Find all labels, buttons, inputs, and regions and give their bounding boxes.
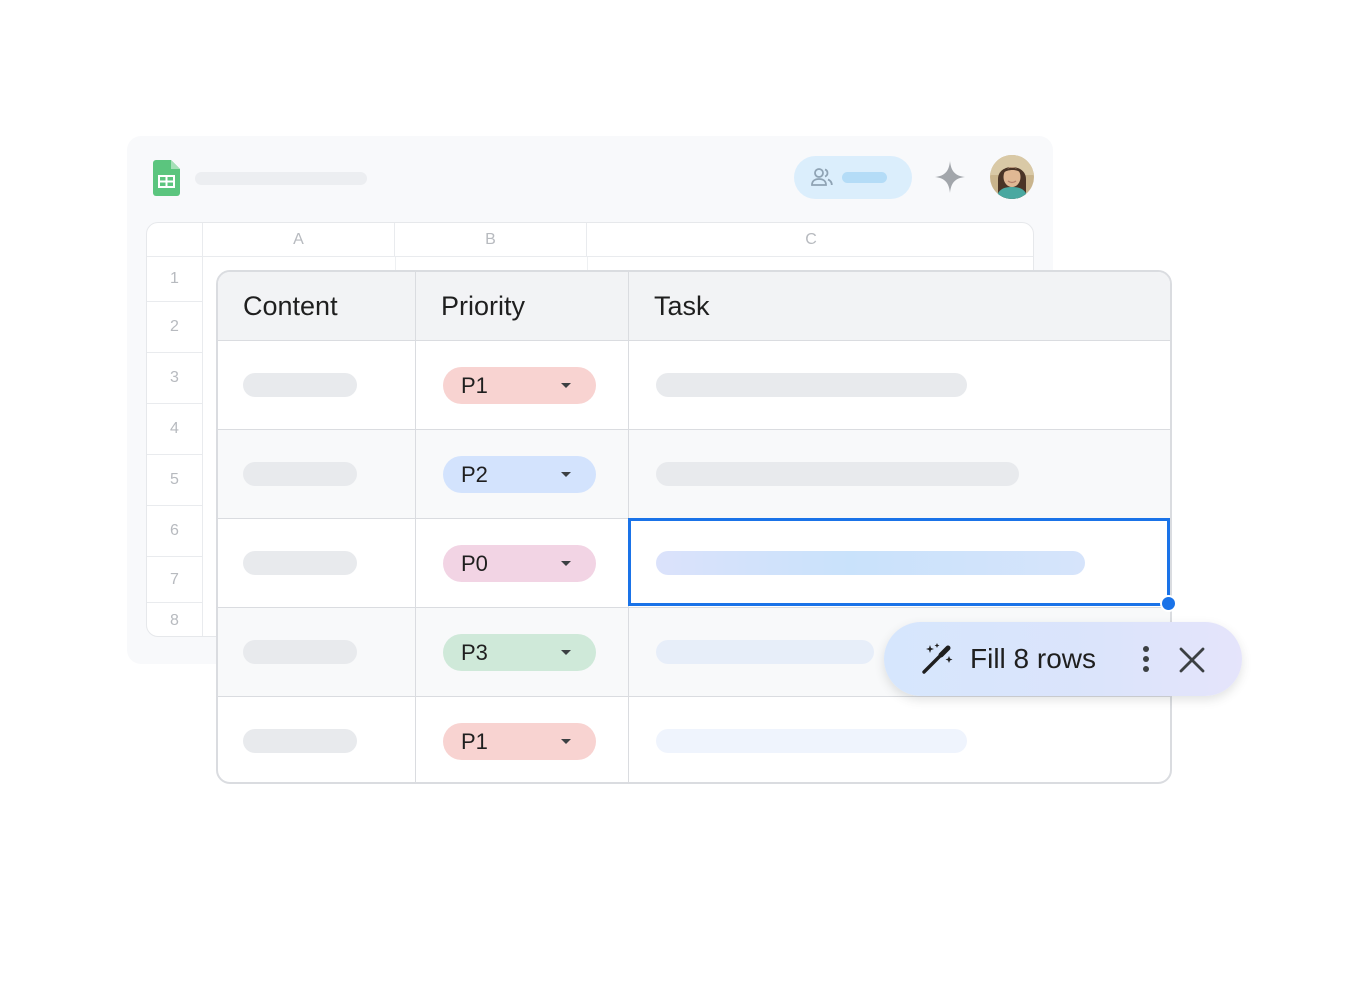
priority-chip[interactable]: P1 bbox=[443, 723, 596, 760]
row-header-3[interactable]: 3 bbox=[147, 353, 203, 404]
gemini-sparkle-icon[interactable] bbox=[935, 161, 965, 193]
row-header-4[interactable]: 4 bbox=[147, 404, 203, 455]
table-row[interactable]: P1 bbox=[218, 697, 1170, 782]
content-cell-placeholder bbox=[243, 462, 357, 486]
task-cell-generating-placeholder bbox=[656, 551, 1085, 575]
content-cell-placeholder bbox=[243, 640, 357, 664]
table-header-row: Content Priority Task bbox=[218, 272, 1170, 341]
priority-label: P3 bbox=[461, 639, 488, 665]
close-icon[interactable] bbox=[1178, 646, 1206, 674]
header-task[interactable]: Task bbox=[629, 272, 1170, 341]
fill-rows-action-bar: Fill 8 rows bbox=[884, 622, 1242, 696]
chevron-down-icon bbox=[561, 383, 571, 388]
priority-chip[interactable]: P2 bbox=[443, 456, 596, 493]
row-header-5[interactable]: 5 bbox=[147, 455, 203, 506]
content-cell-placeholder bbox=[243, 729, 357, 753]
column-divider bbox=[628, 272, 629, 782]
magic-wand-icon bbox=[922, 643, 953, 674]
column-header-c[interactable]: C bbox=[587, 223, 1033, 257]
priority-label: P1 bbox=[461, 372, 488, 398]
table-row[interactable]: P0 bbox=[218, 519, 1170, 608]
fill-rows-button[interactable]: Fill 8 rows bbox=[970, 622, 1096, 696]
column-divider bbox=[415, 272, 416, 782]
people-icon bbox=[811, 168, 833, 186]
table-row[interactable]: P1 bbox=[218, 341, 1170, 430]
priority-chip[interactable]: P1 bbox=[443, 367, 596, 404]
task-cell-placeholder bbox=[656, 373, 967, 397]
smart-table-card: Content Priority Task P1 P2 P0 P3 P1 bbox=[216, 270, 1172, 784]
row-header-8[interactable]: 8 bbox=[147, 603, 203, 636]
priority-label: P1 bbox=[461, 728, 488, 754]
user-avatar[interactable] bbox=[990, 155, 1034, 199]
column-header-a[interactable]: A bbox=[203, 223, 395, 257]
task-cell-placeholder bbox=[656, 729, 967, 753]
task-cell-placeholder bbox=[656, 462, 1019, 486]
chevron-down-icon bbox=[561, 561, 571, 566]
chevron-down-icon bbox=[561, 650, 571, 655]
table-row[interactable]: P2 bbox=[218, 430, 1170, 519]
row-header-7[interactable]: 7 bbox=[147, 557, 203, 603]
priority-chip[interactable]: P3 bbox=[443, 634, 596, 671]
priority-label: P0 bbox=[461, 550, 488, 576]
share-button[interactable] bbox=[794, 156, 912, 199]
content-cell-placeholder bbox=[243, 551, 357, 575]
google-sheets-icon bbox=[153, 160, 180, 196]
avatar-image bbox=[990, 155, 1034, 199]
task-cell-placeholder bbox=[656, 640, 874, 664]
chevron-down-icon bbox=[561, 739, 571, 744]
share-label-placeholder bbox=[842, 172, 887, 183]
fill-handle[interactable] bbox=[1160, 595, 1177, 612]
header-content[interactable]: Content bbox=[218, 272, 416, 341]
chevron-down-icon bbox=[561, 472, 571, 477]
header-priority[interactable]: Priority bbox=[416, 272, 629, 341]
more-vert-icon[interactable] bbox=[1134, 644, 1158, 674]
priority-chip[interactable]: P0 bbox=[443, 545, 596, 582]
priority-label: P2 bbox=[461, 461, 488, 487]
document-title-placeholder bbox=[195, 172, 367, 185]
row-header-2[interactable]: 2 bbox=[147, 302, 203, 353]
corner-cell bbox=[147, 223, 203, 257]
row-header-1[interactable]: 1 bbox=[147, 257, 203, 302]
row-header-6[interactable]: 6 bbox=[147, 506, 203, 557]
column-header-b[interactable]: B bbox=[395, 223, 587, 257]
content-cell-placeholder bbox=[243, 373, 357, 397]
